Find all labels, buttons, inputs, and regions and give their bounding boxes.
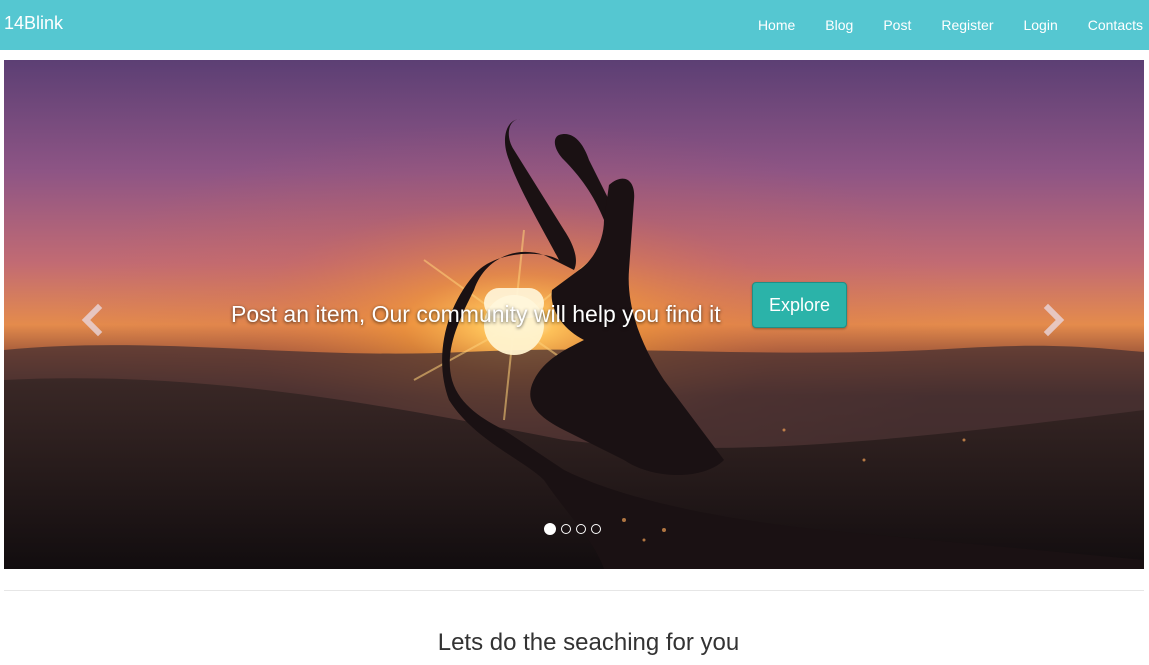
- carousel-indicator-4[interactable]: [591, 524, 601, 534]
- nav-link-home[interactable]: Home: [758, 17, 795, 33]
- explore-button[interactable]: Explore: [752, 282, 847, 328]
- nav-link-login[interactable]: Login: [1023, 17, 1057, 33]
- nav-link-contacts[interactable]: Contacts: [1088, 17, 1143, 33]
- carousel-indicator-2[interactable]: [561, 524, 571, 534]
- section-divider: [4, 590, 1144, 591]
- nav-link-post[interactable]: Post: [883, 17, 911, 33]
- carousel-prev-button[interactable]: [72, 300, 112, 340]
- nav-links: Home Blog Post Register Login Contacts: [728, 0, 1143, 50]
- navbar-spacer: [0, 50, 1149, 60]
- carousel-indicator-1[interactable]: [544, 523, 556, 535]
- top-navbar: 14Blink Home Blog Post Register Login Co…: [0, 0, 1149, 50]
- chevron-right-icon: [1043, 303, 1065, 337]
- nav-link-blog[interactable]: Blog: [825, 17, 853, 33]
- hero-caption: Post an item, Our community will help yo…: [231, 301, 721, 327]
- section-heading: Lets do the seaching for you: [437, 629, 740, 656]
- carousel-indicators: [544, 523, 606, 535]
- hero-carousel: Post an item, Our community will help yo…: [4, 60, 1144, 569]
- carousel-indicator-3[interactable]: [576, 524, 586, 534]
- brand-logo[interactable]: 14Blink: [4, 13, 63, 34]
- carousel-next-button[interactable]: [1034, 300, 1074, 340]
- chevron-left-icon: [81, 303, 103, 337]
- nav-link-register[interactable]: Register: [941, 17, 993, 33]
